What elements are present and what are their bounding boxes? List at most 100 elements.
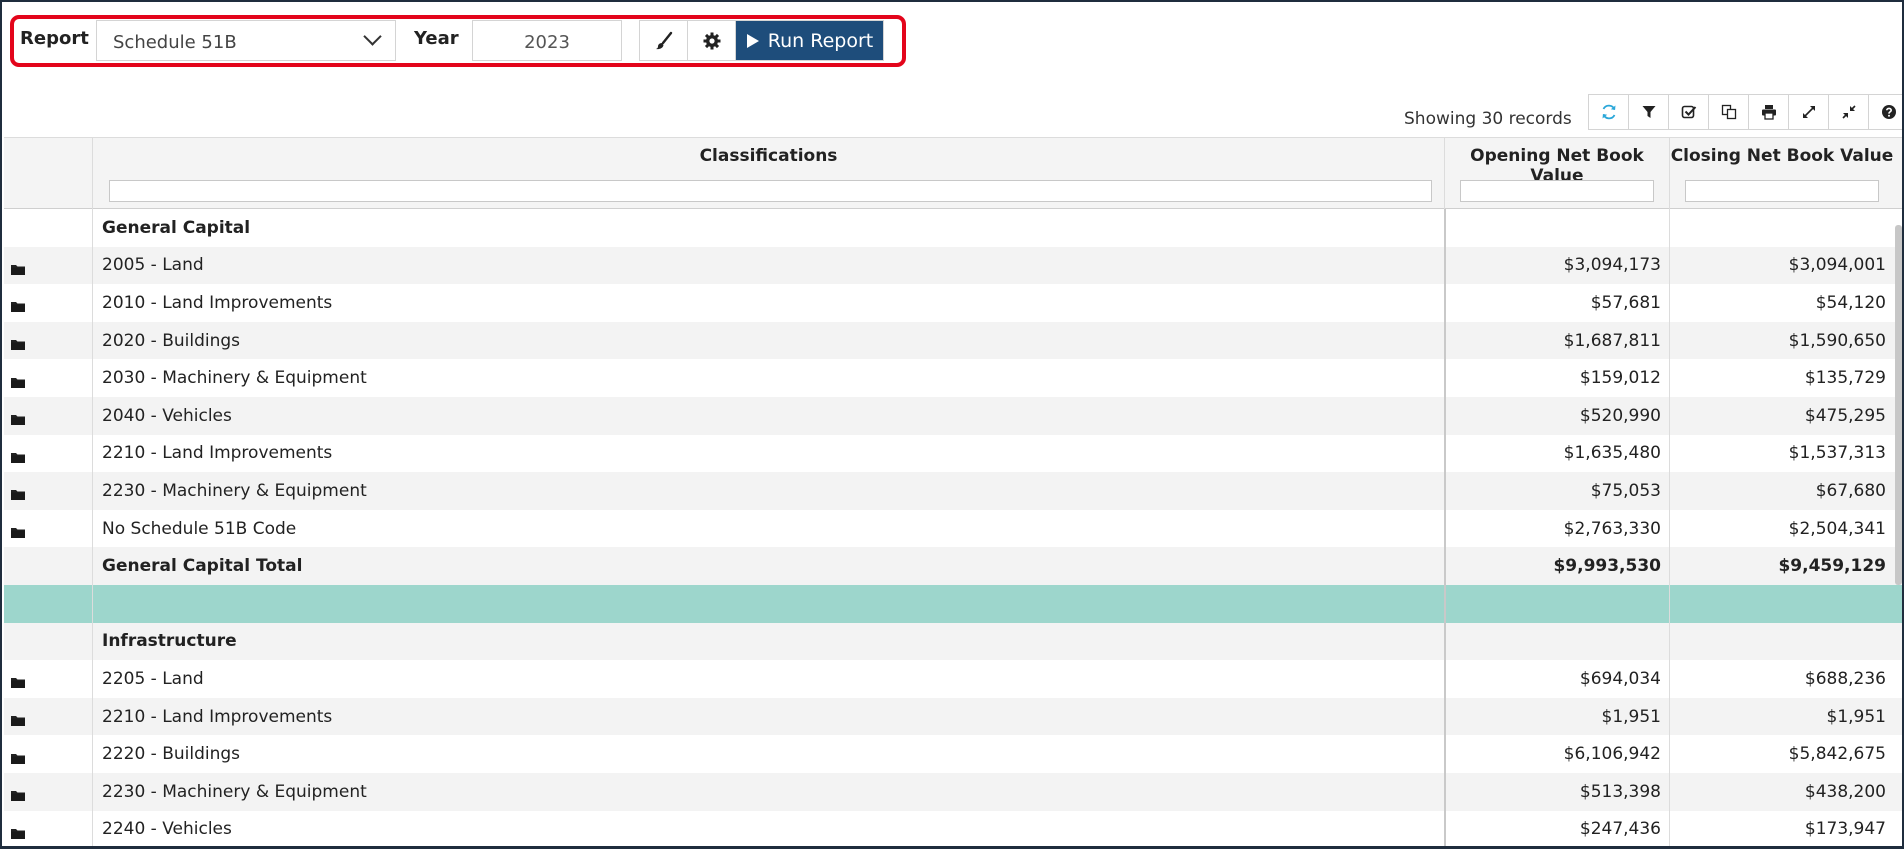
classification-cell: 2010 - Land Improvements (92, 284, 1444, 322)
year-input-value: 2023 (524, 32, 570, 53)
total-row: General Capital Total $9,993,530 $9,459,12… (4, 547, 1902, 585)
table-row[interactable]: 2005 - Land $3,094,173 $3,094,001 (4, 246, 1902, 285)
closing-nbv-cell: $67,680 (1669, 472, 1894, 510)
folder-icon[interactable] (11, 786, 25, 802)
folder-icon[interactable] (11, 335, 25, 351)
opening-nbv-cell: $1,687,811 (1444, 321, 1669, 360)
row-icon-cell (4, 623, 92, 661)
chevron-down-icon (363, 27, 382, 46)
record-count: Showing 30 records (1404, 109, 1572, 129)
folder-icon[interactable] (11, 824, 25, 839)
closing-nbv-cell (1669, 584, 1894, 623)
table-row[interactable]: 2220 - Buildings $6,106,942 $5,842,675 (4, 735, 1902, 773)
classifications-filter-input[interactable] (109, 180, 1432, 202)
classification-cell: No Schedule 51B Code (92, 509, 1444, 548)
closing-nbv-cell: $3,094,001 (1669, 246, 1894, 285)
folder-icon[interactable] (11, 260, 25, 275)
classification-cell: Infrastructure (92, 622, 1444, 661)
closing-nbv-cell (1669, 622, 1894, 661)
classification-cell: 2230 - Machinery & Equipment (92, 772, 1444, 811)
play-icon (746, 33, 759, 48)
table-row[interactable]: 2030 - Machinery & Equipment $159,012 $135… (4, 359, 1902, 397)
settings-button[interactable] (688, 21, 736, 60)
folder-icon[interactable] (11, 485, 25, 501)
table-row[interactable]: No Schedule 51B Code $2,763,330 $2,504,341 (4, 509, 1902, 548)
table-row[interactable]: 2230 - Machinery & Equipment $513,398 $438… (4, 772, 1902, 811)
folder-icon[interactable] (11, 373, 25, 388)
classification-cell (92, 584, 1444, 623)
help-button[interactable] (1869, 95, 1902, 129)
table-row[interactable]: 2210 - Land Improvements $1,635,480 $1,537… (4, 434, 1902, 473)
closing-nbv-cell: $54,120 (1669, 284, 1894, 322)
opening-nbv-cell: $6,106,942 (1444, 735, 1669, 773)
collapse-button[interactable] (1829, 95, 1869, 129)
opening-nbv-cell (1444, 584, 1669, 623)
table-row[interactable]: 2040 - Vehicles $520,990 $475,295 (4, 396, 1902, 435)
row-icon-cell (4, 359, 92, 397)
folder-icon[interactable] (11, 448, 25, 463)
spacer-row (4, 584, 1902, 623)
select-button[interactable] (1669, 95, 1709, 129)
brush-button[interactable] (640, 21, 688, 60)
table-row[interactable]: 2210 - Land Improvements $1,951 $1,951 (4, 697, 1902, 736)
grid-body: General Capital 2005 - Land $3,094,173 $3,0… (4, 209, 1902, 847)
closing-nbv-cell: $438,200 (1669, 772, 1894, 811)
table-row[interactable]: 2020 - Buildings $1,687,811 $1,590,650 (4, 321, 1902, 360)
row-icon-cell (4, 811, 92, 847)
opening-nbv-cell: $1,635,480 (1444, 434, 1669, 473)
row-icon-cell (4, 585, 92, 623)
refresh-icon (1602, 104, 1615, 120)
filter-icon (1642, 106, 1655, 118)
year-label: Year (414, 28, 459, 49)
check-icon (1681, 105, 1696, 119)
closing-nbv-filter-input[interactable] (1685, 180, 1879, 202)
opening-nbv-cell: $75,053 (1444, 472, 1669, 510)
row-icon-cell (4, 472, 92, 510)
classification-cell: General Capital Total (92, 547, 1444, 585)
header-closing-nbv[interactable]: Closing Net Book Value (1669, 138, 1894, 210)
closing-nbv-cell: $5,842,675 (1669, 735, 1894, 773)
year-input[interactable]: 2023 (472, 20, 622, 61)
gear-icon (703, 32, 720, 49)
row-icon-cell (4, 397, 92, 435)
folder-icon[interactable] (11, 749, 25, 764)
table-row[interactable]: 2240 - Vehicles $247,436 $173,947 (4, 810, 1902, 847)
report-select-value: Schedule 51B (113, 32, 237, 53)
app-frame: Report Schedule 51B Year 2023 Run Report… (0, 0, 1904, 849)
report-select[interactable]: Schedule 51B (96, 20, 396, 61)
table-row[interactable]: 2230 - Machinery & Equipment $75,053 $67,6… (4, 472, 1902, 510)
header-classifications[interactable]: Classifications (92, 138, 1444, 210)
table-row[interactable]: 2010 - Land Improvements $57,681 $54,120 (4, 284, 1902, 322)
opening-nbv-cell: $1,951 (1444, 697, 1669, 736)
print-button[interactable] (1749, 95, 1789, 129)
copy-button[interactable] (1709, 95, 1749, 129)
opening-nbv-cell (1444, 209, 1669, 247)
row-icon-cell (4, 735, 92, 773)
folder-icon[interactable] (11, 711, 25, 727)
refresh-button[interactable] (1589, 95, 1629, 129)
row-icon-cell (4, 247, 92, 285)
folder-icon[interactable] (11, 410, 25, 426)
folder-icon[interactable] (11, 673, 25, 689)
opening-nbv-cell: $694,034 (1444, 660, 1669, 698)
opening-nbv-cell: $159,012 (1444, 359, 1669, 397)
opening-nbv-cell (1444, 622, 1669, 661)
opening-nbv-cell: $2,763,330 (1444, 509, 1669, 548)
row-icon-cell (4, 510, 92, 548)
closing-nbv-cell: $1,537,313 (1669, 434, 1894, 473)
vertical-scrollbar[interactable] (1895, 225, 1902, 585)
report-label: Report (20, 28, 89, 49)
filter-button[interactable] (1629, 95, 1669, 129)
folder-icon[interactable] (11, 297, 25, 313)
table-row[interactable]: 2205 - Land $694,034 $688,236 (4, 660, 1902, 698)
closing-nbv-cell: $2,504,341 (1669, 509, 1894, 548)
group-header-row: General Capital (4, 209, 1902, 247)
closing-nbv-cell: $1,951 (1669, 697, 1894, 736)
expand-button[interactable] (1789, 95, 1829, 129)
folder-icon[interactable] (11, 523, 25, 539)
header-icon-column (4, 138, 92, 210)
run-report-button[interactable]: Run Report (736, 21, 883, 60)
header-opening-nbv[interactable]: Opening Net Book Value (1444, 138, 1669, 210)
opening-nbv-filter-input[interactable] (1460, 180, 1654, 202)
row-icon-cell (4, 547, 92, 585)
